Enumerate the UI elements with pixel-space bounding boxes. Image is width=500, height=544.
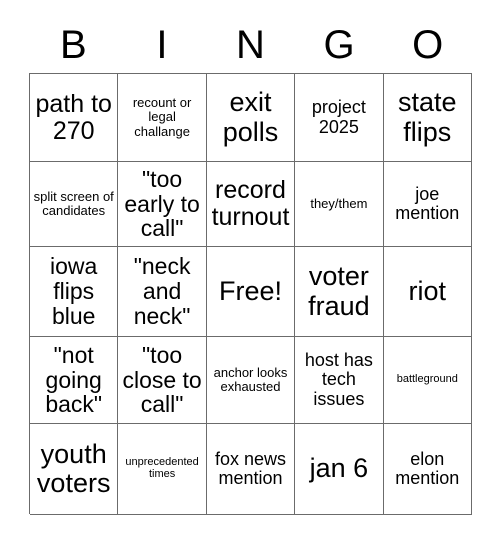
bingo-cell-text: "too close to call" [122, 341, 202, 418]
bingo-cell-free-space[interactable]: Free! [206, 247, 296, 337]
header-letter-i: I [156, 23, 168, 67]
bingo-cell-g1[interactable]: project 2025 [295, 74, 384, 162]
bingo-cell-text: jan 6 [309, 453, 369, 484]
bingo-cell-text: path to 270 [35, 89, 112, 145]
bingo-cell-n4[interactable]: anchor looks exhausted [206, 337, 296, 424]
bingo-cell-n5[interactable]: fox news mention [206, 424, 296, 515]
header-letter-n: N [236, 23, 265, 67]
bingo-cell-g4[interactable]: host has tech issues [295, 337, 384, 424]
bingo-cell-i4[interactable]: "too close to call" [118, 337, 207, 424]
bingo-cell-text: riot [408, 275, 447, 306]
bingo-cell-o1[interactable]: state flips [383, 74, 472, 162]
bingo-cell-text: iowa flips blue [50, 253, 98, 329]
bingo-cell-i5[interactable]: unprecedented times [118, 424, 207, 515]
bingo-cell-text: "too early to call" [124, 165, 200, 242]
bingo-cell-text: joe mention [395, 183, 460, 223]
bingo-cell-text: fox news mention [214, 448, 287, 488]
bingo-cell-text: "not going back" [45, 341, 103, 418]
bingo-cell-b1[interactable]: path to 270 [30, 74, 119, 162]
bingo-cell-o3[interactable]: riot [383, 247, 472, 337]
bingo-cell-b3[interactable]: iowa flips blue [30, 247, 119, 337]
bingo-cell-text: host has tech issues [304, 349, 373, 409]
bingo-cell-text: elon mention [395, 448, 460, 488]
bingo-cell-b2[interactable]: split screen of candidates [30, 162, 119, 247]
bingo-cell-g2[interactable]: they/them [295, 162, 384, 247]
bingo-cell-text: they/them [310, 195, 368, 211]
bingo-cell-n1[interactable]: exit polls [206, 74, 296, 162]
bingo-cell-i3[interactable]: "neck and neck" [118, 247, 207, 337]
bingo-grid: path to 270 recount or legal challange e… [29, 73, 472, 515]
bingo-cell-b4[interactable]: "not going back" [30, 337, 119, 424]
bingo-cell-o2[interactable]: joe mention [383, 162, 472, 247]
bingo-cell-text: anchor looks exhausted [213, 364, 288, 394]
bingo-cell-i2[interactable]: "too early to call" [118, 162, 207, 247]
bingo-cell-o5[interactable]: elon mention [383, 424, 472, 515]
bingo-header: B I N G O [29, 20, 472, 70]
bingo-cell-text: battleground [396, 373, 458, 386]
bingo-cell-text: unprecedented times [125, 456, 199, 480]
bingo-cell-text: record turnout [211, 176, 290, 231]
bingo-cell-text: voter fraud [308, 261, 370, 321]
bingo-cell-i1[interactable]: recount or legal challange [118, 74, 207, 162]
bingo-cell-o4[interactable]: battleground [383, 337, 472, 424]
bingo-cell-g3[interactable]: voter fraud [295, 247, 384, 337]
bingo-cell-text: youth voters [36, 438, 111, 498]
bingo-cell-text: split screen of candidates [33, 188, 114, 218]
bingo-cell-text: recount or legal challange [132, 95, 192, 139]
header-letter-b: B [59, 23, 87, 67]
bingo-cell-text: exit polls [222, 87, 279, 147]
bingo-cell-text: project 2025 [311, 97, 366, 137]
bingo-cell-b5[interactable]: youth voters [30, 424, 119, 515]
bingo-card: B I N G O path to 270 recount or legal c… [0, 0, 500, 544]
bingo-cell-text: state flips [398, 87, 457, 147]
header-letter-g: G [323, 23, 355, 67]
bingo-cell-g5[interactable]: jan 6 [295, 424, 384, 515]
header-letter-o: O [412, 23, 444, 67]
bingo-cell-text: "neck and neck" [133, 253, 191, 329]
bingo-cell-text: Free! [218, 275, 282, 306]
bingo-cell-n2[interactable]: record turnout [206, 162, 296, 247]
